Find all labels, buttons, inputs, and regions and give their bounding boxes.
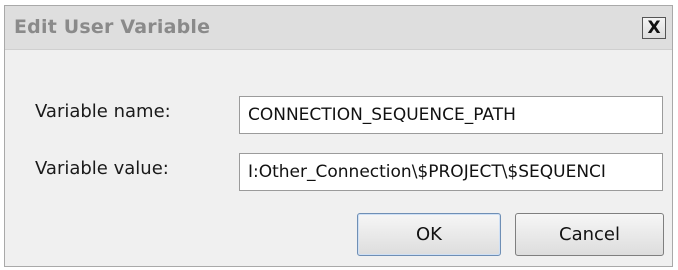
edit-user-variable-dialog: Edit User Variable X Variable name: CONN… [4, 5, 673, 267]
variable-name-label: Variable name: [35, 101, 171, 122]
cancel-button[interactable]: Cancel [515, 213, 664, 256]
dialog-title: Edit User Variable [14, 16, 211, 38]
close-icon: X [647, 17, 661, 38]
variable-value-input[interactable]: I:Other_Connection\$PROJECT\$SEQUENCI [239, 153, 663, 191]
variable-value-label: Variable value: [35, 158, 169, 179]
ok-button[interactable]: OK [357, 213, 501, 256]
variable-name-input[interactable]: CONNECTION_SEQUENCE_PATH [239, 96, 663, 134]
close-button[interactable]: X [642, 17, 666, 39]
title-bar[interactable]: Edit User Variable X [5, 6, 672, 50]
